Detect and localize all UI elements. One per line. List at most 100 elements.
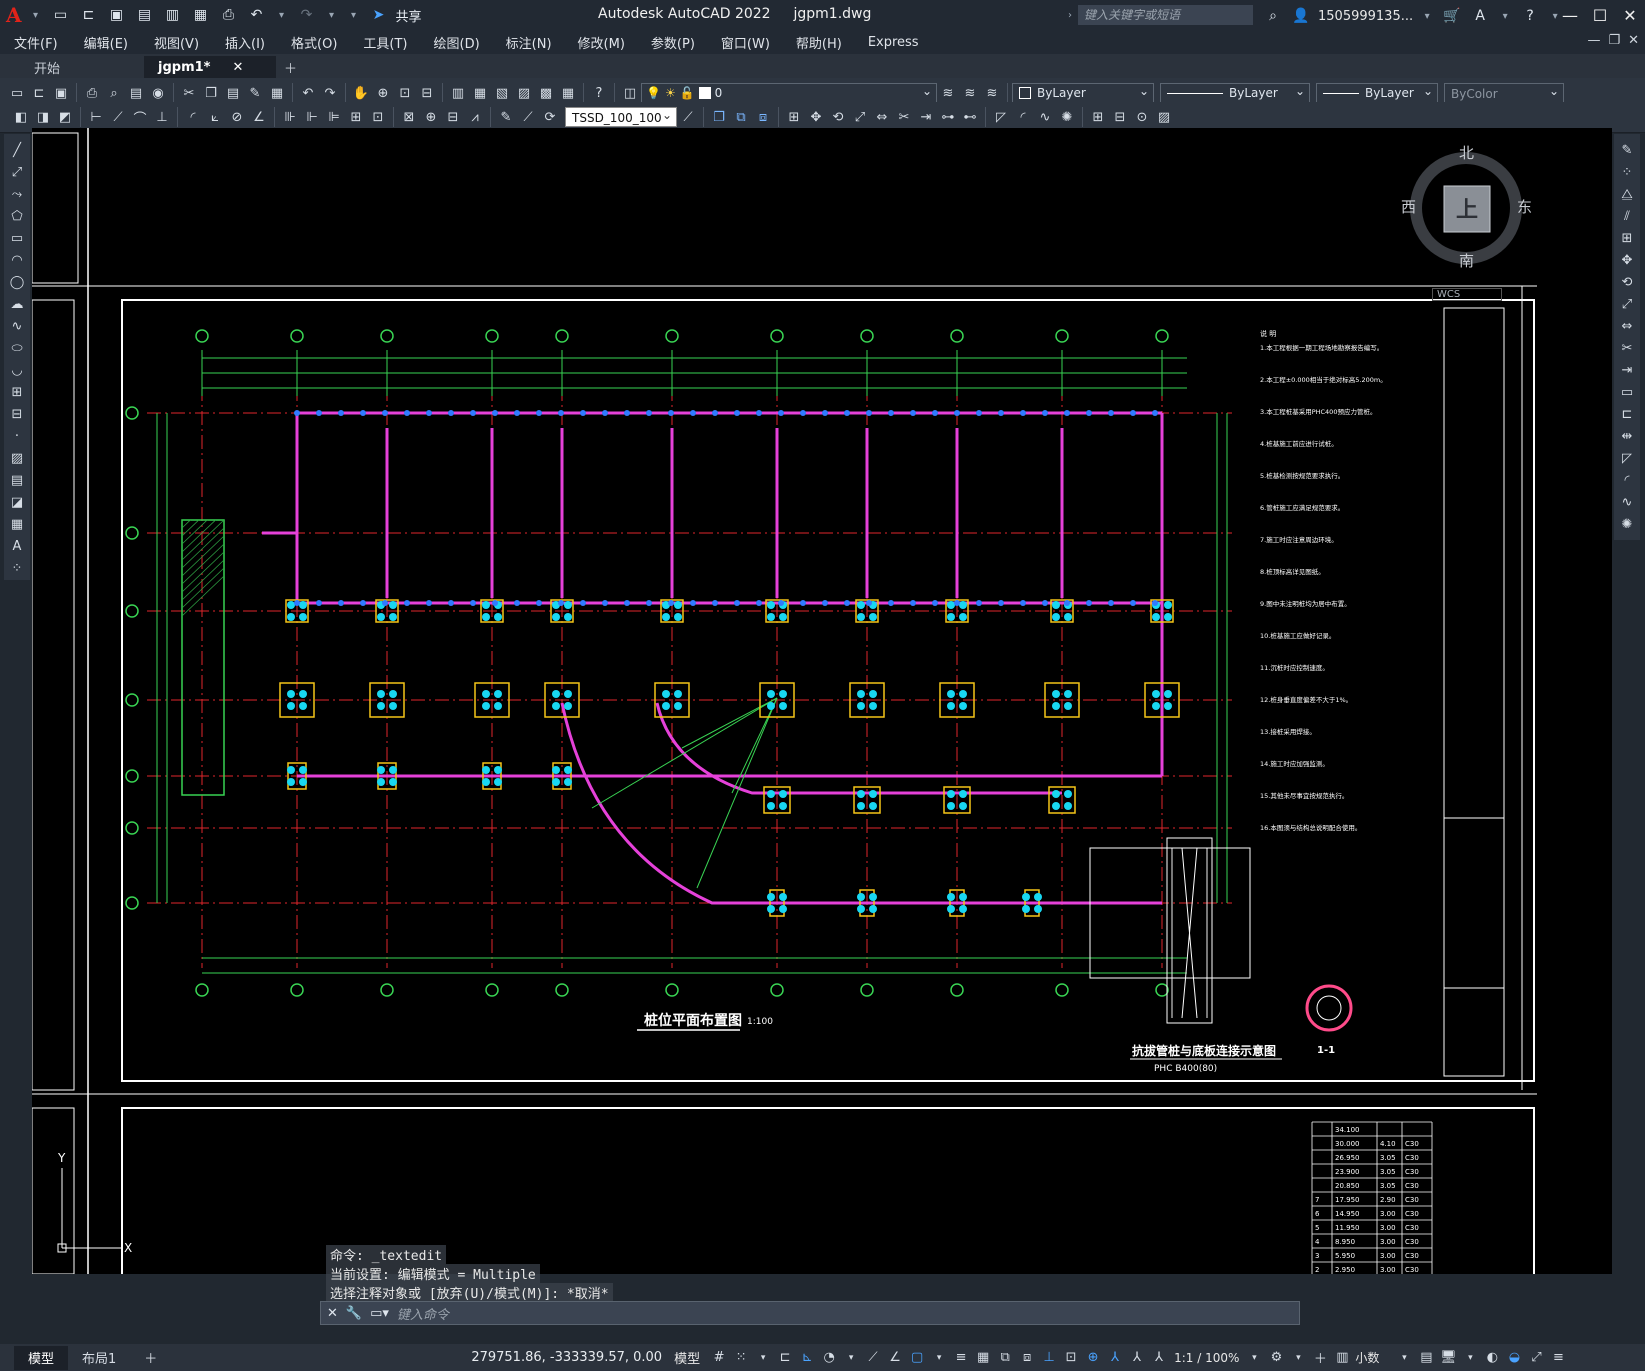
lock-dropdown-icon[interactable]: ▾ (1459, 1347, 1481, 1369)
add-layout-button[interactable]: ＋ (130, 1346, 171, 1370)
3dosnap-icon[interactable]: ⧈ (1016, 1347, 1038, 1369)
dim-update-icon[interactable]: ⟳ (540, 107, 560, 127)
gizmo-icon[interactable]: ⊕ (1082, 1347, 1104, 1369)
coordinate-readout[interactable]: 279751.86, -333339.57, 0.00 (471, 1350, 662, 1365)
units-value[interactable]: 小数 (1355, 1349, 1379, 1366)
layer-combo[interactable]: 💡 ☀ 🔓 0 (641, 81, 937, 103)
modify-break-icon[interactable]: ⊶ (938, 107, 958, 127)
web-mobile-open-icon[interactable]: ▥ (162, 4, 184, 26)
dim-angular-icon[interactable]: ∠ (249, 107, 269, 127)
rotate-icon[interactable]: ⟲ (1617, 272, 1637, 292)
doc-minimize-icon[interactable]: — (1587, 33, 1600, 48)
redo-icon[interactable]: ↷ (320, 83, 340, 103)
ortho-icon[interactable]: ⊾ (796, 1347, 818, 1369)
tssd-tool-2-icon[interactable]: ◨ (33, 107, 53, 127)
tab-close-icon[interactable]: ✕ (232, 60, 243, 75)
extend-icon[interactable]: ⇥ (1617, 360, 1637, 380)
modify-rotate-icon[interactable]: ⟲ (828, 107, 848, 127)
annotation-monitor-icon[interactable]: ＋ (1309, 1347, 1331, 1369)
zoom-previous-icon[interactable]: ⊟ (417, 83, 437, 103)
osnap-tracking-icon[interactable]: ∠ (884, 1347, 906, 1369)
jogged-linear-icon[interactable]: ⩘ (465, 107, 485, 127)
viewcube-south[interactable]: 南 (1459, 250, 1474, 271)
minimize-icon[interactable]: — (1555, 0, 1585, 30)
units-dropdown-icon[interactable]: ▾ (1393, 1347, 1415, 1369)
ellipse-arc-icon[interactable]: ◡ (7, 360, 27, 380)
scale-icon[interactable]: ⤢ (1617, 294, 1637, 314)
tab-jgpm1[interactable]: jgpm1* ✕ (144, 56, 276, 78)
add-selected-icon[interactable]: ⁘ (7, 558, 27, 578)
dimstyle-manager-icon[interactable]: ⟋ (678, 107, 698, 127)
auto-scale-icon[interactable]: ⅄ (1126, 1347, 1148, 1369)
move-icon[interactable]: ✥ (1617, 250, 1637, 270)
menu-dimension[interactable]: 标注(N) (492, 33, 564, 52)
modify-explode-icon[interactable]: ✺ (1057, 107, 1077, 127)
dim-radius-icon[interactable]: ◜ (183, 107, 203, 127)
maximize-icon[interactable]: ☐ (1585, 0, 1615, 30)
ellipse-icon[interactable]: ⬭ (7, 338, 27, 358)
cut-icon[interactable]: ✂ (179, 83, 199, 103)
dim-arclength-icon[interactable]: ⌒ (130, 107, 150, 127)
circle-icon[interactable]: ◯ (7, 272, 27, 292)
toolpalettes-icon[interactable]: ▧ (492, 83, 512, 103)
dim-break-icon[interactable]: ⊡ (368, 107, 388, 127)
lineweight-combo[interactable]: ByLayer (1316, 81, 1438, 103)
dim-ordinate-icon[interactable]: ⊥ (152, 107, 172, 127)
osnap-icon[interactable]: ▢ (906, 1347, 928, 1369)
open-icon[interactable]: ⊏ (29, 83, 49, 103)
selection-filter-icon[interactable]: ⊡ (1060, 1347, 1082, 1369)
menu-help[interactable]: 帮助(H) (782, 33, 854, 52)
customize-status-icon[interactable]: ≡ (1547, 1347, 1569, 1369)
sheetset-icon[interactable]: ▨ (514, 83, 534, 103)
quick-dim-icon[interactable]: ⊪ (280, 107, 300, 127)
gradient-icon[interactable]: ▤ (7, 470, 27, 490)
matchprop-icon[interactable]: ✎ (245, 83, 265, 103)
command-input[interactable]: ✕ 🔧 ▭▾ 键入命令 (320, 1301, 1300, 1325)
undo-icon[interactable]: ↶ (246, 4, 268, 26)
infer-constraints-icon[interactable]: ⊏ (774, 1347, 796, 1369)
quick-properties-icon[interactable]: ▤ (1415, 1347, 1437, 1369)
scale-dropdown-icon[interactable]: ▾ (1243, 1347, 1265, 1369)
modify-move-icon[interactable]: ✥ (806, 107, 826, 127)
help-icon[interactable]: ? (589, 83, 609, 103)
viewcube-east[interactable]: 东 (1517, 196, 1532, 217)
transparency-icon[interactable]: ▦ (972, 1347, 994, 1369)
menu-express[interactable]: Express (854, 35, 931, 50)
modify-fillet-icon[interactable]: ◜ (1013, 107, 1033, 127)
region-icon[interactable]: ◪ (7, 492, 27, 512)
annotation-visibility-icon[interactable]: ⅄ (1104, 1347, 1126, 1369)
modify-scale-icon[interactable]: ⤢ (850, 107, 870, 127)
menu-tools[interactable]: 工具(T) (349, 33, 419, 52)
lock-ui-icon[interactable]: 🖥 (1437, 1347, 1459, 1369)
copy-object-icon[interactable]: ⁘ (1617, 162, 1637, 182)
undo-icon[interactable]: ↶ (298, 83, 318, 103)
point-icon[interactable]: · (7, 426, 27, 446)
make-block-icon[interactable]: ⊟ (1110, 107, 1130, 127)
modify-stretch-icon[interactable]: ⇔ (872, 107, 892, 127)
qnew-icon[interactable]: ▭ (7, 83, 27, 103)
lineweight-icon[interactable]: ≡ (950, 1347, 972, 1369)
user-dropdown-icon[interactable]: ▾ (1419, 5, 1435, 27)
save-icon[interactable]: ▣ (106, 4, 128, 26)
dim-baseline-icon[interactable]: ⊩ (302, 107, 322, 127)
center-mark-icon[interactable]: ⊕ (421, 107, 441, 127)
construction-line-icon[interactable]: ⤢ (7, 162, 27, 182)
join-icon[interactable]: ⇹ (1617, 426, 1637, 446)
redo-dropdown-icon[interactable]: ▾ (324, 4, 340, 26)
a360-dropdown-icon[interactable]: ▾ (1497, 5, 1513, 27)
menu-insert[interactable]: 插入(I) (211, 33, 277, 52)
dim-text-edit-icon[interactable]: ⟋ (518, 107, 538, 127)
tab-layout1[interactable]: 布局1 (68, 1346, 130, 1370)
command-customize-icon[interactable]: 🔧 (346, 1306, 362, 1321)
search-input[interactable]: 键入关键字或短语 (1078, 5, 1253, 25)
user-icon[interactable]: 👤 (1290, 5, 1312, 27)
save-as-icon[interactable]: ▤ (134, 4, 156, 26)
workspace-dropdown-icon[interactable]: ▾ (1287, 1347, 1309, 1369)
doc-close-icon[interactable]: ✕ (1628, 33, 1639, 48)
selection-cycling-icon[interactable]: ⧉ (994, 1347, 1016, 1369)
dim-diameter-icon[interactable]: ⊘ (227, 107, 247, 127)
linetype-combo[interactable]: ByLayer (1160, 81, 1310, 103)
snap-icon[interactable]: ⁙ (730, 1347, 752, 1369)
command-close-icon[interactable]: ✕ (327, 1306, 338, 1321)
menu-draw[interactable]: 绘图(D) (420, 33, 492, 52)
